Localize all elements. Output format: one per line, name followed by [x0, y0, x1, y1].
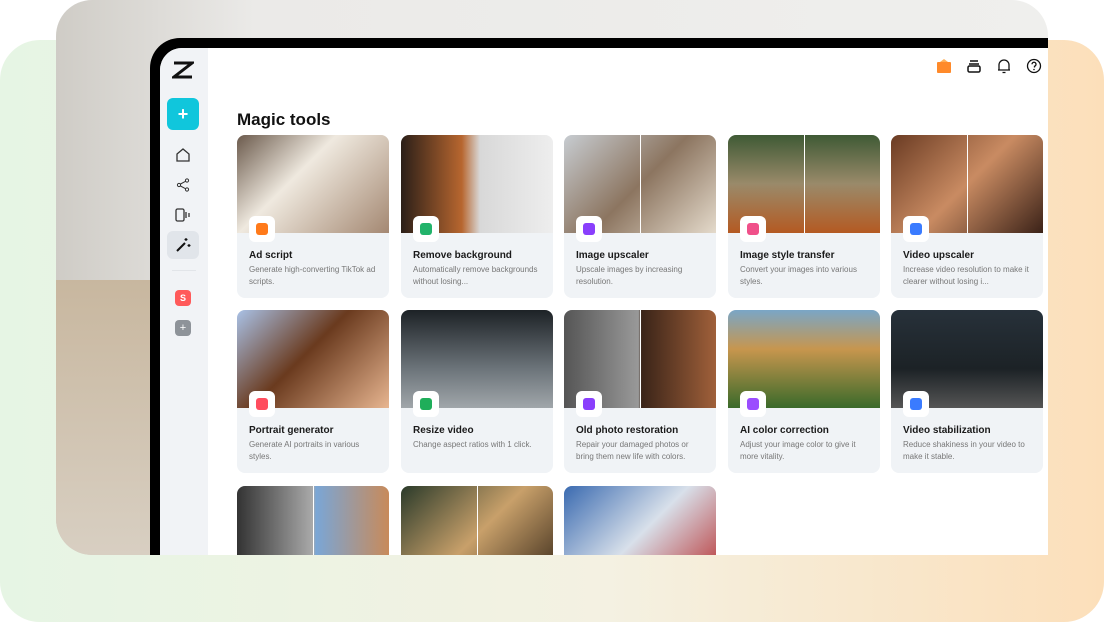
tool-card[interactable]: Old photo restoration Repair your damaged… [564, 310, 716, 473]
tool-icon [740, 391, 766, 417]
page-title: Magic tools [237, 110, 331, 129]
sidebar: + S + [160, 48, 208, 555]
tool-title: Portrait generator [249, 425, 334, 436]
tool-icon [740, 216, 766, 242]
space-avatar[interactable]: S [167, 284, 199, 312]
tool-description: Generate high-converting TikTok ad scrip… [249, 265, 376, 286]
tool-card[interactable]: Portrait generator Generate AI portraits … [237, 310, 389, 473]
home-icon[interactable] [167, 141, 199, 169]
tool-title: Image upscaler [576, 250, 649, 261]
tool-thumbnail [564, 486, 716, 555]
tool-description: Automatically remove backgrounds without… [413, 265, 538, 286]
tool-card[interactable]: Ad script Generate high-converting TikTok… [237, 135, 389, 298]
tool-card[interactable] [237, 486, 389, 555]
tool-description: Reduce shakiness in your video to make i… [903, 440, 1025, 461]
tool-card[interactable] [401, 486, 553, 555]
tool-card[interactable] [564, 486, 716, 555]
tool-description: Convert your images into various styles. [740, 265, 857, 286]
app-window: + S + Magic tools Ad script Generate high… [150, 38, 1048, 555]
help-icon[interactable] [1026, 58, 1042, 79]
add-space-icon[interactable]: + [167, 314, 199, 342]
tool-description: Increase video resolution to make it cle… [903, 265, 1029, 286]
create-button[interactable]: + [167, 98, 199, 130]
tool-card[interactable]: Image style transfer Convert your images … [728, 135, 880, 298]
tool-card[interactable]: Video upscaler Increase video resolution … [891, 135, 1043, 298]
tool-title: Video upscaler [903, 250, 974, 261]
tool-thumbnail [401, 486, 553, 555]
tool-title: Old photo restoration [576, 425, 679, 436]
magic-tools-icon[interactable] [167, 231, 199, 259]
storage-icon[interactable] [966, 58, 982, 79]
tool-card[interactable]: Video stabilization Reduce shakiness in y… [891, 310, 1043, 473]
tool-title: AI color correction [740, 425, 829, 436]
tool-thumbnail [237, 486, 389, 555]
bell-icon[interactable] [996, 58, 1012, 79]
tool-icon [249, 216, 275, 242]
share-icon[interactable] [167, 171, 199, 199]
tool-icon [903, 216, 929, 242]
tool-title: Image style transfer [740, 250, 835, 261]
tool-card[interactable]: Image upscaler Upscale images by increasi… [564, 135, 716, 298]
tool-title: Ad script [249, 250, 293, 261]
tool-card[interactable]: AI color correction Adjust your image col… [728, 310, 880, 473]
tool-icon [576, 216, 602, 242]
gift-icon[interactable] [936, 58, 952, 79]
tool-card[interactable]: Resize video Change aspect ratios with 1 … [401, 310, 553, 473]
tool-icon [903, 391, 929, 417]
tool-description: Repair your damaged photos or bring them… [576, 440, 689, 461]
tool-description: Change aspect ratios with 1 click. [413, 440, 532, 449]
tool-icon [413, 391, 439, 417]
tool-card[interactable]: Remove background Automatically remove ba… [401, 135, 553, 298]
tool-icon [249, 391, 275, 417]
tool-title: Video stabilization [903, 425, 991, 436]
tool-icon [576, 391, 602, 417]
video-icon[interactable] [167, 201, 199, 229]
tool-icon [413, 216, 439, 242]
tool-description: Generate AI portraits in various styles. [249, 440, 360, 461]
tool-description: Upscale images by increasing resolution. [576, 265, 683, 286]
capcut-logo-icon[interactable] [167, 56, 199, 84]
tool-title: Resize video [413, 425, 474, 436]
tool-title: Remove background [413, 250, 512, 261]
tool-description: Adjust your image color to give it more … [740, 440, 856, 461]
